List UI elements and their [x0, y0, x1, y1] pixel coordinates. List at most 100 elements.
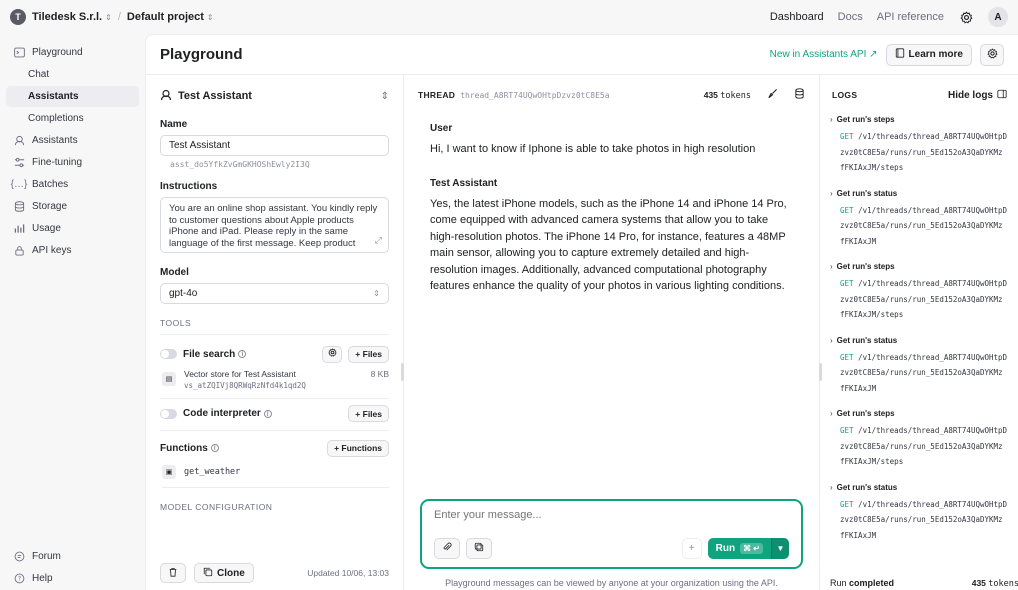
book-icon — [895, 48, 905, 61]
function-name: get_weather — [184, 467, 241, 477]
http-method: GET — [840, 426, 854, 435]
log-request-line: fFKIAxJM/steps — [840, 457, 904, 466]
log-entry-title[interactable]: › Get run's steps — [830, 409, 1009, 418]
add-function-button[interactable]: + Functions — [327, 439, 389, 457]
log-request-line: fFKIAxJM/steps — [840, 310, 904, 319]
file-search-add-files-button[interactable]: + Files — [348, 345, 389, 363]
log-entry[interactable]: › Get run's steps GET /v1/threads/thread_A… — [830, 262, 1009, 323]
log-entry[interactable]: › Get run's steps GET /v1/threads/thread_A… — [830, 409, 1009, 470]
add-message-button[interactable]: + — [681, 538, 702, 559]
message-text: Yes, the latest iPhone models, such as t… — [430, 197, 787, 293]
sidebar-item-completions[interactable]: Completions — [6, 108, 139, 129]
learn-more-button[interactable]: Learn more — [885, 43, 972, 66]
nav-dashboard[interactable]: Dashboard — [770, 11, 824, 23]
assistant-name-input[interactable]: Test Assistant — [160, 135, 389, 156]
left-resize-handle[interactable] — [401, 363, 404, 381]
user-avatar[interactable]: A — [988, 7, 1008, 27]
logs-panel: LOGS Hide logs › Get run's steps GET /v1/t… — [820, 75, 1018, 590]
info-icon[interactable]: i — [238, 350, 247, 358]
code-interpreter-add-files-button[interactable]: + Files — [348, 405, 389, 422]
function-item[interactable]: ▣ get_weather — [162, 465, 389, 488]
log-request-line: GET /v1/threads/thread_A8RT74UQwOHtpD — [840, 426, 1008, 435]
chevron-updown-icon[interactable]: ⇕ — [207, 13, 214, 22]
instructions-textarea[interactable]: You are an online shop assistant. You ki… — [160, 197, 389, 253]
log-entry[interactable]: › Get run's status GET /v1/threads/thread_… — [830, 189, 1009, 250]
sidebar-item-api-keys[interactable]: API keys — [6, 240, 139, 261]
sidebar-item-assistants-playground[interactable]: Assistants — [6, 86, 139, 107]
sidebar-item-assistants[interactable]: Assistants — [6, 130, 139, 151]
http-method: GET — [840, 279, 854, 288]
assistant-config-panel: Test Assistant ⇕ Name Test Assistant ass… — [146, 75, 404, 590]
sidebar-item-usage[interactable]: Usage — [6, 218, 139, 239]
message-input[interactable] — [434, 509, 789, 521]
attach-button[interactable] — [434, 538, 460, 559]
chevron-down-icon[interactable]: ▼ — [771, 538, 789, 559]
new-in-assistants-link[interactable]: New in Assistants API ↗ — [770, 49, 878, 60]
log-request-line: zvz0tC8E5a/runs/run_5Ed152oA3QaDYKMz — [840, 221, 1003, 230]
file-search-settings-button[interactable] — [322, 345, 343, 363]
org-avatar[interactable]: T — [10, 9, 26, 25]
http-method: GET — [840, 205, 854, 215]
log-entry-title[interactable]: › Get run's steps — [830, 115, 1009, 124]
thread-id[interactable]: thread_A8RT74UQwOHtpDzvz0tC8E5a — [460, 91, 609, 100]
sidebar-item-fine-tuning[interactable]: Fine-tuning — [6, 152, 139, 173]
tools-caption: TOOLS — [160, 318, 389, 335]
sidebar-item-batches[interactable]: {…} Batches — [6, 174, 139, 195]
chevron-updown-icon[interactable]: ⇕ — [381, 91, 389, 102]
svg-text:?: ? — [17, 576, 20, 583]
vector-store-id: vs_atZQIVj8QRWqRzNfd4k1qd2Q — [184, 381, 306, 390]
model-select[interactable]: gpt-4o ⇕ — [160, 283, 389, 304]
project-switcher[interactable]: Default project — [127, 11, 204, 23]
copy-icon — [203, 567, 213, 580]
database-icon[interactable] — [794, 88, 805, 102]
sidebar-item-playground[interactable]: Playground — [6, 42, 139, 63]
log-entry-title[interactable]: › Get run's status — [830, 483, 1009, 492]
trash-icon — [168, 567, 178, 580]
top-bar: T Tiledesk S.r.l. ⇕ / Default project ⇕ … — [0, 0, 1018, 34]
database-icon — [12, 201, 26, 212]
function-icon: ▣ — [162, 465, 176, 479]
hide-logs-button[interactable]: Hide logs — [948, 89, 1007, 102]
delete-assistant-button[interactable] — [160, 563, 186, 583]
chevron-right-icon: › — [830, 409, 833, 418]
log-request-line: zvz0tC8E5a/runs/run_5Ed152oA3QaDYKMz — [840, 368, 1003, 377]
sliders-icon — [12, 157, 26, 168]
log-entry-title[interactable]: › Get run's steps — [830, 262, 1009, 271]
add-content-button[interactable] — [466, 538, 492, 559]
assistant-actions: Clone Updated 10/06, 13:03 — [160, 563, 389, 583]
info-icon[interactable]: i — [263, 409, 272, 418]
nav-docs[interactable]: Docs — [838, 11, 863, 23]
code-interpreter-toggle[interactable] — [160, 408, 177, 419]
sidebar-item-storage[interactable]: Storage — [6, 196, 139, 217]
plus-icon: + — [688, 543, 695, 554]
chevron-updown-icon[interactable]: ⇕ — [105, 13, 112, 22]
chevron-right-icon: › — [830, 262, 833, 271]
assistant-selector-name: Test Assistant — [178, 90, 252, 102]
sidebar-item-chat[interactable]: Chat — [6, 64, 139, 85]
braces-icon: {…} — [10, 179, 28, 190]
sidebar-item-forum[interactable]: Forum — [6, 546, 139, 567]
nav-api-reference[interactable]: API reference — [877, 11, 944, 23]
log-request-line: zvz0tC8E5a/runs/run_5Ed152oA3QaDYKMz — [840, 441, 1003, 451]
log-entry-title[interactable]: › Get run's status — [830, 189, 1009, 198]
expand-icon[interactable]: ⤢ — [375, 235, 382, 247]
log-entry[interactable]: › Get run's status GET /v1/threads/thread_… — [830, 336, 1009, 397]
thread-caption: THREAD — [418, 90, 456, 100]
log-entry[interactable]: › Get run's status GET /v1/threads/thread_… — [830, 483, 1009, 544]
clone-assistant-button[interactable]: Clone — [194, 563, 254, 583]
playground-settings-button[interactable] — [980, 43, 1004, 66]
file-search-toggle[interactable] — [160, 349, 177, 359]
run-button[interactable]: Run ⌘ ↵ — [707, 538, 771, 559]
settings-gear-icon[interactable] — [958, 9, 974, 25]
paperclip-icon — [442, 542, 452, 555]
org-switcher[interactable]: Tiledesk S.r.l. — [32, 11, 102, 23]
log-entry-title[interactable]: › Get run's status — [830, 336, 1009, 345]
assistant-selector[interactable]: Test Assistant ⇕ — [160, 85, 389, 107]
chart-icon — [12, 223, 26, 234]
clear-thread-icon[interactable] — [767, 88, 778, 102]
info-icon[interactable]: i — [210, 444, 219, 452]
log-entry[interactable]: › Get run's steps GET /v1/threads/thread_A… — [830, 115, 1009, 176]
message-role: Test Assistant — [430, 177, 498, 189]
vector-store-item[interactable]: ▤ Vector store for Test Assistant vs_atZ… — [160, 365, 389, 399]
sidebar-item-help[interactable]: ? Help — [6, 568, 139, 589]
